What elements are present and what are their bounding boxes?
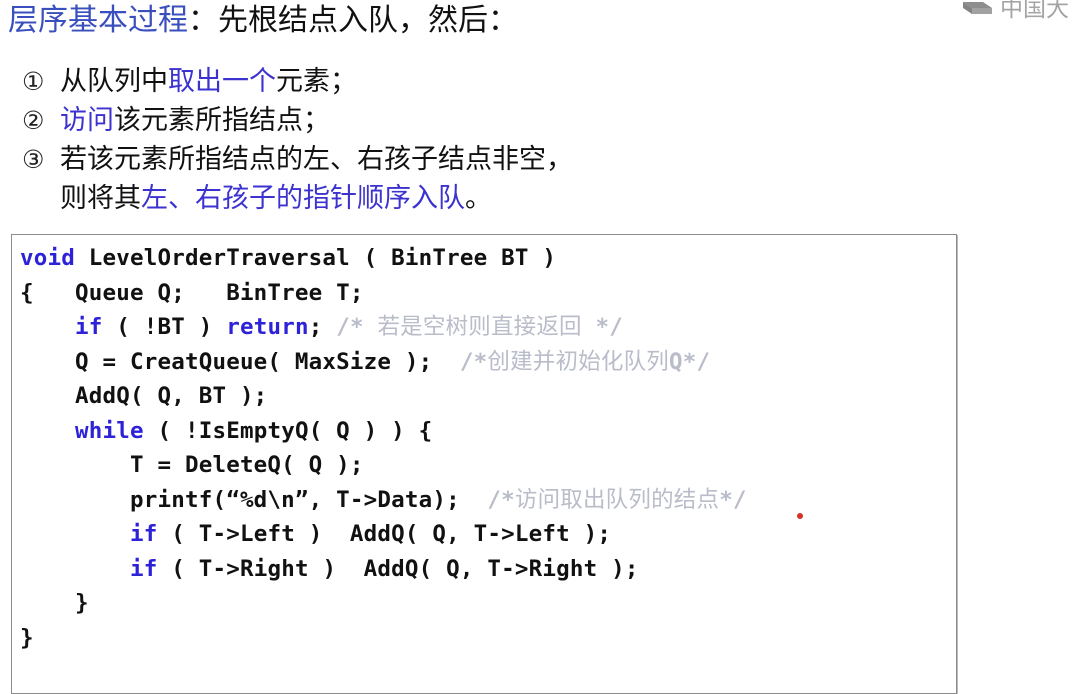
list-item: ① 从队列中取出一个元素； — [22, 62, 1022, 101]
code-line: } — [20, 625, 34, 651]
code-comment: */ — [719, 486, 747, 513]
code-text: T = DeleteQ( Q ); — [20, 452, 364, 478]
code-keyword: while — [75, 417, 144, 444]
code-comment: 访问取出队列的结点 — [514, 486, 720, 513]
list-item-text-segment: 该元素所指结点； — [114, 105, 330, 136]
code-comment: /* — [459, 348, 488, 375]
list-item: ② 访问该元素所指结点； — [22, 101, 1022, 140]
code-comment: 若是空树则直接返回 — [377, 314, 582, 340]
code-text: LevelOrderTraversal ( BinTree BT ) — [75, 245, 557, 271]
list-item-text: 访问该元素所指结点； — [60, 101, 1022, 140]
steps-list: ① 从队列中取出一个元素； ② 访问该元素所指结点； ③ 若该元素所指结点的左、右孩子结点… — [22, 62, 1022, 218]
code-text: } — [20, 590, 89, 616]
code-text: ( T->Right ) AddQ( Q, T->Right ); — [157, 555, 639, 582]
code-line: AddQ( Q, BT ); — [20, 383, 267, 409]
list-item-text-segment: 则将其 — [60, 183, 141, 214]
page-title: 层序基本过程：先根结点入队，然后： — [8, 2, 518, 40]
code-line: if ( T->Right ) AddQ( Q, T->Right ); — [20, 556, 639, 582]
cube-logo-icon — [961, 0, 995, 19]
code-text: AddQ( Q, BT ); — [20, 383, 268, 409]
code-line: T = DeleteQ( Q ); — [20, 452, 364, 478]
code-line: { Queue Q; BinTree T; — [20, 280, 364, 306]
code-text: } — [20, 624, 34, 651]
code-line: } — [20, 590, 89, 616]
code-text: { Queue Q; BinTree T; — [20, 279, 364, 306]
list-item-text-segment: 取出一个 — [168, 66, 276, 97]
list-item-text-segment: 元素； — [276, 66, 357, 97]
code-comment: /* — [487, 486, 515, 513]
page-title-rest: ：先根结点入队，然后： — [188, 3, 518, 38]
code-keyword: if — [75, 314, 103, 340]
code-keyword: if — [129, 555, 158, 582]
code-line: Q = CreatQueue( MaxSize ); /*创建并初始化队列Q*/ — [20, 349, 710, 375]
code-text: ( !BT ) — [102, 314, 227, 340]
code-text: Q = CreatQueue( MaxSize ); — [20, 348, 460, 375]
code-line: printf(“%d\n”, T->Data); /*访问取出队列的结点*/ — [20, 487, 747, 513]
code-line: if ( T->Left ) AddQ( Q, T->Left ); — [20, 521, 611, 547]
list-item-text-segment: 从队列中 — [60, 66, 168, 97]
list-item-text: 从队列中取出一个元素； — [60, 62, 1022, 101]
code-keyword: void — [20, 245, 75, 271]
code-keyword: return — [226, 314, 309, 340]
code-text: ( !IsEmptyQ( Q ) ) { — [143, 417, 433, 444]
code-text: ( T->Left ) AddQ( Q, T->Left ); — [157, 521, 612, 547]
list-item-marker: ② — [22, 106, 45, 135]
list-item-text-segment: 若该元素所指结点的左、右孩子结点非空， — [60, 144, 573, 175]
code-comment: */ — [581, 314, 624, 340]
list-item-text: 若该元素所指结点的左、右孩子结点非空， — [60, 140, 1022, 179]
code-block: void LevelOrderTraversal ( BinTree BT ) … — [11, 234, 957, 694]
code-keyword: if — [129, 521, 158, 547]
code-comment: 创建并初始化队列 — [487, 348, 669, 375]
page-title-highlight: 层序基本过程 — [8, 3, 188, 38]
list-item-marker: ① — [22, 67, 45, 96]
list-item-marker: ③ — [22, 145, 45, 174]
list-item: ③ 若该元素所指结点的左、右孩子结点非空， — [22, 140, 1022, 179]
code-line: void LevelOrderTraversal ( BinTree BT ) — [20, 245, 556, 271]
list-item-text-segment: 。 — [465, 183, 492, 214]
watermark-logo: 中国大 — [961, 0, 1079, 24]
code-line: if ( !BT ) return; /* 若是空树则直接返回 */ — [20, 314, 623, 340]
code-content: void LevelOrderTraversal ( BinTree BT ) … — [12, 235, 956, 655]
code-text: ; — [308, 314, 337, 340]
code-line: while ( !IsEmptyQ( Q ) ) { — [20, 418, 432, 444]
list-item-text-continuation: 则将其左、右孩子的指针顺序入队。 — [22, 179, 1022, 218]
list-item-text-segment: 访问 — [60, 105, 114, 136]
code-comment: /* — [336, 314, 378, 340]
code-text: printf(“%d\n”, T->Data); — [20, 486, 488, 513]
code-comment: Q*/ — [669, 348, 711, 375]
watermark-text: 中国大 — [1000, 0, 1069, 22]
list-item-text-segment: 左、右孩子的指针顺序入队 — [141, 183, 465, 214]
